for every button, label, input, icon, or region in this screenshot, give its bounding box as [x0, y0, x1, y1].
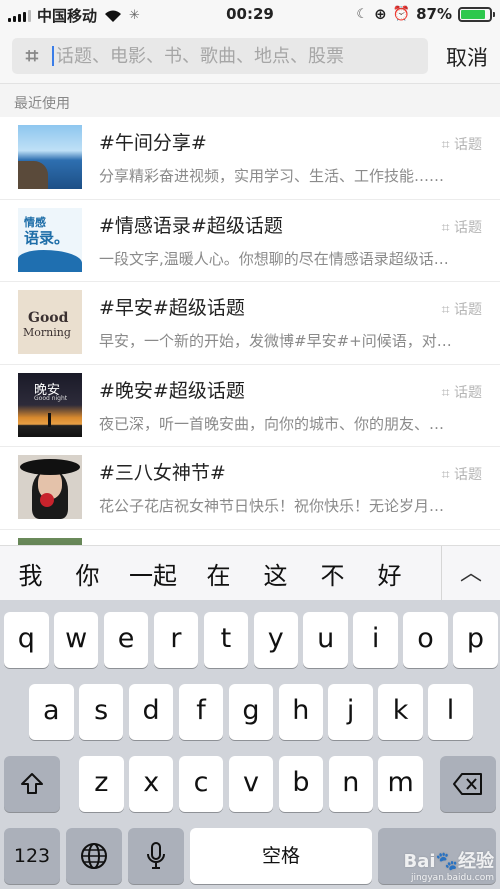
key-a[interactable]: a	[29, 684, 74, 740]
key-s[interactable]: s	[78, 684, 124, 740]
microphone-icon	[147, 842, 165, 869]
topic-thumbnail	[18, 125, 82, 189]
moon-icon: ☾	[356, 6, 369, 22]
delete-key[interactable]	[440, 756, 496, 812]
topic-tag: ⌗ 话题	[441, 137, 482, 153]
key-o[interactable]: o	[403, 612, 448, 668]
watermark: Bai🐾经验 jingyan.baidu.com	[403, 851, 494, 883]
key-x[interactable]: x	[128, 756, 174, 812]
list-item[interactable]: 晚安 Good night #晚安#超级话题 夜已深，听一首晚安曲，向你的城市、你…	[0, 365, 500, 447]
search-input[interactable]	[56, 45, 428, 67]
text-cursor	[52, 46, 54, 66]
topic-tag: ⌗ 话题	[441, 302, 482, 318]
key-w[interactable]: w	[53, 612, 99, 668]
space-key[interactable]: 空格	[190, 828, 372, 884]
shift-key[interactable]	[4, 756, 60, 812]
key-r[interactable]: r	[153, 612, 199, 668]
topic-desc: 早安，一个新的开始，发微博#早安#+问候语，对…	[99, 332, 452, 350]
topic-thumbnail: Good Morning	[18, 290, 82, 354]
rotation-lock-icon: ⊕	[374, 5, 387, 23]
globe-icon	[81, 843, 107, 869]
key-l[interactable]: l	[428, 684, 473, 740]
key-p[interactable]: p	[453, 612, 498, 668]
topic-tag: ⌗ 话题	[441, 384, 482, 401]
hashtag-icon: ⌗	[441, 467, 454, 483]
key-z[interactable]: z	[79, 756, 124, 812]
hashtag-icon: ⌗	[441, 384, 454, 401]
microphone-key[interactable]	[128, 828, 184, 884]
key-q[interactable]: q	[4, 612, 49, 668]
section-header: 最近使用	[0, 85, 500, 117]
hashtag-icon: ⌗	[441, 219, 454, 236]
backspace-icon	[453, 773, 482, 795]
topic-title: #午间分享#	[99, 132, 207, 154]
key-f[interactable]: f	[178, 684, 224, 740]
shift-icon	[21, 773, 43, 794]
key-i[interactable]: i	[353, 612, 398, 668]
candidate-word[interactable]: 好	[361, 556, 418, 591]
alarm-icon: ⏰	[392, 6, 411, 22]
list-item[interactable]: #午间分享# 分享精彩奋进视频，实用学习、生活、工作技能…… ⌗ 话题	[0, 117, 500, 200]
topic-desc: 分享精彩奋进视频，实用学习、生活、工作技能……	[99, 167, 445, 185]
key-h[interactable]: h	[278, 684, 324, 740]
topic-title: #早安#超级话题	[99, 297, 245, 319]
topic-desc: 花公子花店祝女神节日快乐！祝你快乐！无论岁月…	[99, 497, 445, 515]
search-box[interactable]: ⌗	[12, 38, 428, 74]
key-d[interactable]: d	[128, 684, 174, 740]
key-b[interactable]: b	[278, 756, 324, 812]
status-bar: 中国移动 ✳ 00:29 ☾ ⊕ ⏰ 87%	[0, 0, 500, 28]
key-e[interactable]: e	[103, 612, 149, 668]
candidate-word[interactable]: 在	[190, 556, 247, 591]
keyboard: 123 空格 Bai🐾经验 jingyan.baidu.com qwertyuio…	[0, 600, 500, 889]
topic-thumbnail	[18, 537, 82, 545]
list-item[interactable]: #三八女神节# 花公子花店祝女神节日快乐！祝你快乐！无论岁月… ⌗ 话题	[0, 447, 500, 530]
topic-desc: 一段文字,温暖人心。你想聊的尽在情感语录超级话…	[99, 249, 449, 268]
candidate-word[interactable]: 你	[59, 556, 116, 591]
candidate-word[interactable]: 这	[247, 556, 304, 591]
search-bar: ⌗ 取消	[0, 28, 500, 84]
topic-list: #午间分享# 分享精彩奋进视频，实用学习、生活、工作技能…… ⌗ 话题 情感 语录…	[0, 117, 500, 545]
candidate-bar: 我 你 一起 在 这 不 好 ︿	[0, 545, 500, 601]
key-k[interactable]: k	[378, 684, 423, 740]
topic-tag: ⌗ 话题	[441, 467, 482, 483]
topic-title: #三八女神节#	[99, 462, 226, 484]
key-n[interactable]: n	[328, 756, 374, 812]
key-m[interactable]: m	[378, 756, 423, 812]
topic-thumbnail	[18, 455, 82, 519]
candidate-word[interactable]: 不	[304, 556, 361, 591]
key-y[interactable]: y	[253, 612, 299, 668]
topic-title: #情感语录#超级话题	[99, 214, 283, 237]
cancel-button[interactable]: 取消	[446, 42, 488, 72]
candidate-word[interactable]: 一起	[116, 556, 190, 591]
topic-thumbnail: 情感 语录。	[18, 207, 82, 272]
numbers-key[interactable]: 123	[4, 828, 60, 884]
list-item[interactable]: 情感 语录。 #情感语录#超级话题 一段文字,温暖人心。你想聊的尽在情感语录超级话…	[0, 200, 500, 282]
topic-title: #晚安#超级话题	[99, 379, 245, 402]
key-t[interactable]: t	[203, 612, 249, 668]
topic-desc: 夜已深，听一首晚安曲，向你的城市、你的朋友、…	[99, 414, 445, 433]
key-v[interactable]: v	[228, 756, 274, 812]
candidate-word[interactable]: 我	[2, 556, 59, 591]
topic-thumbnail: 晚安 Good night	[18, 372, 82, 437]
key-c[interactable]: c	[178, 756, 224, 812]
list-item[interactable]: Good Morning #早安#超级话题 早安，一个新的开始，发微博#早安#+问…	[0, 282, 500, 365]
hashtag-icon: ⌗	[441, 302, 454, 318]
hashtag-icon: ⌗	[25, 43, 39, 69]
battery-percent: 87%	[416, 5, 452, 23]
globe-key[interactable]	[66, 828, 122, 884]
key-g[interactable]: g	[228, 684, 274, 740]
key-u[interactable]: u	[303, 612, 348, 668]
key-j[interactable]: j	[328, 684, 373, 740]
battery-icon	[458, 6, 495, 22]
topic-tag: ⌗ 话题	[441, 219, 482, 236]
chevron-up-icon[interactable]: ︿	[442, 546, 500, 601]
hashtag-icon: ⌗	[441, 137, 454, 153]
list-item[interactable]	[0, 530, 500, 545]
